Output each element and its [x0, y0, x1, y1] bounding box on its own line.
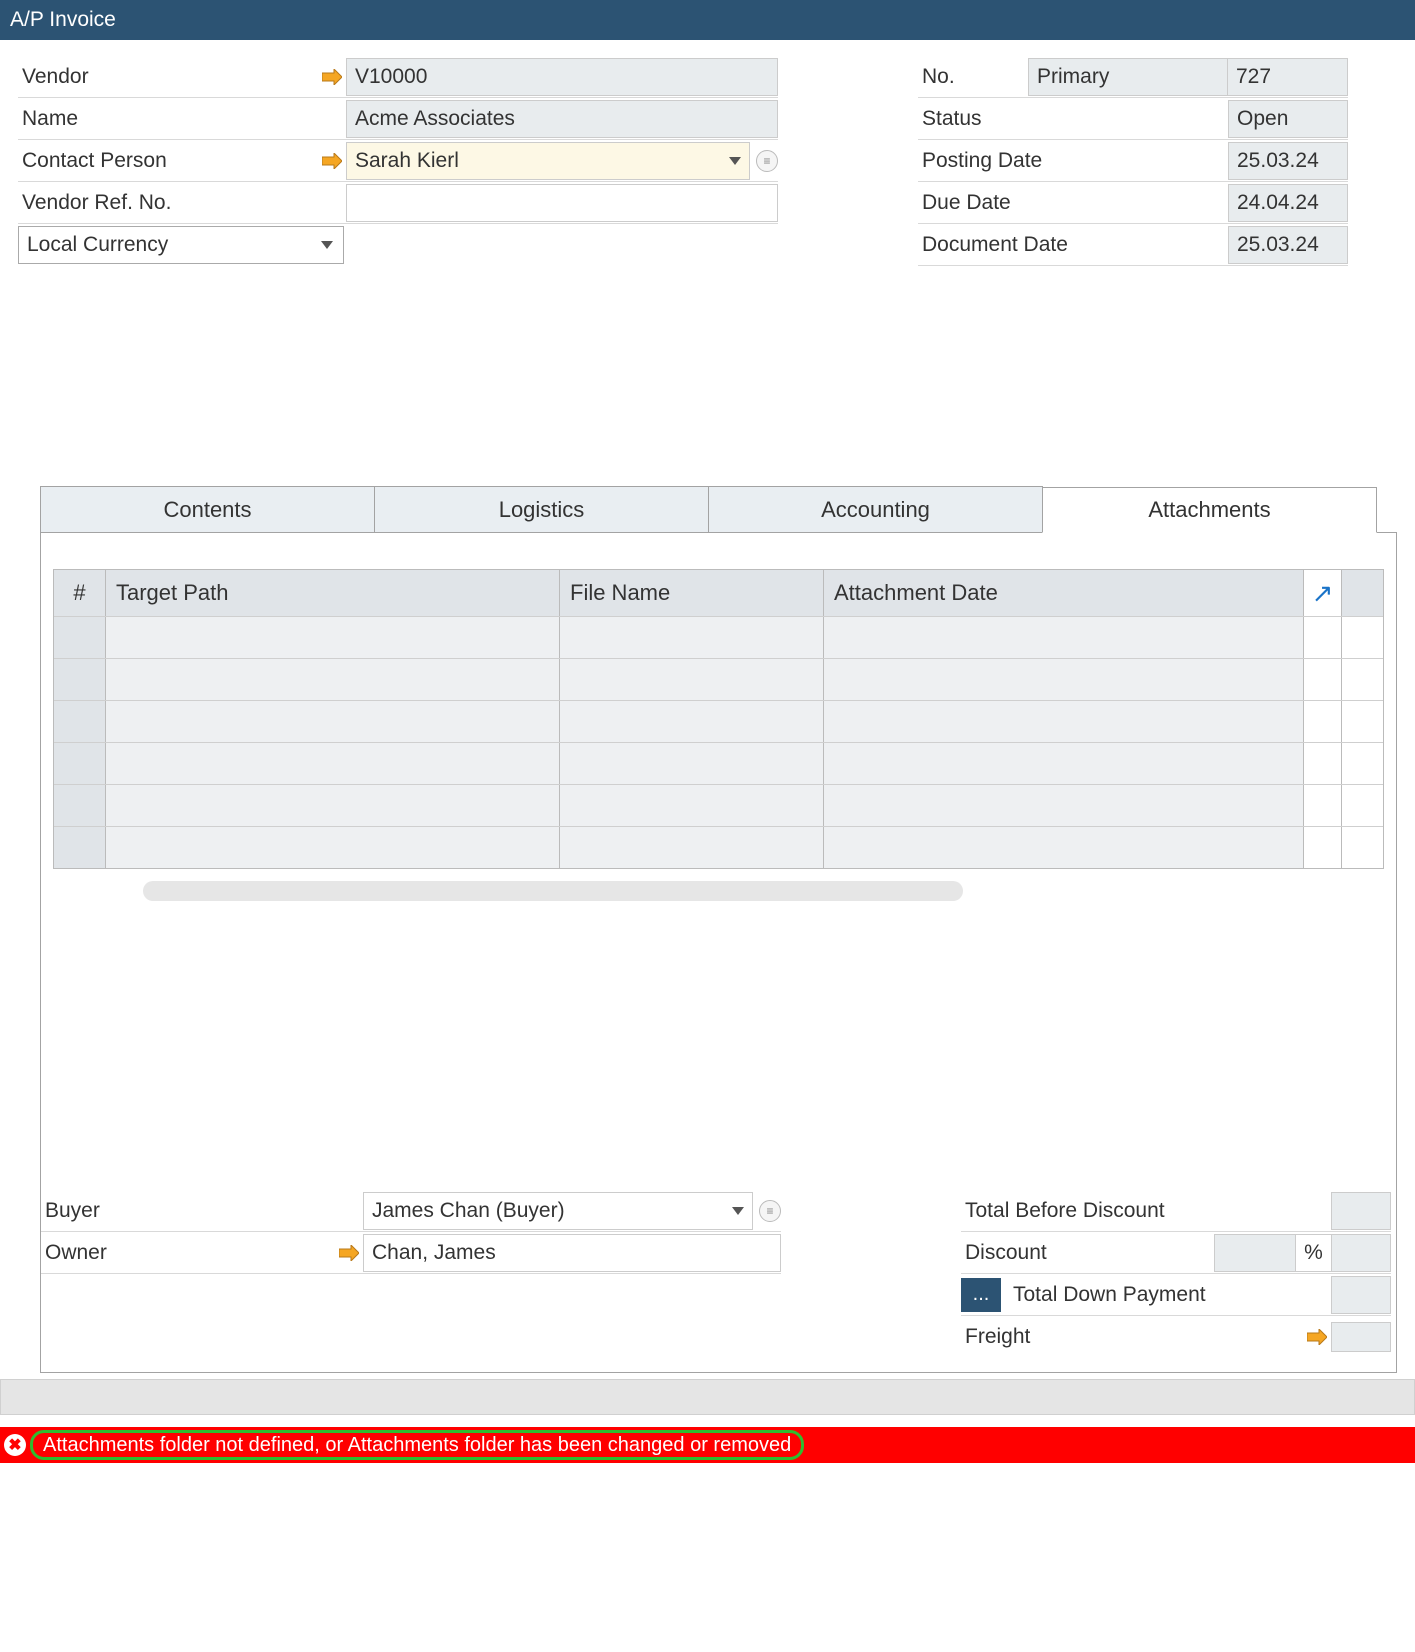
- no-value-field[interactable]: 727: [1228, 58, 1348, 96]
- discount-row: Discount %: [961, 1232, 1391, 1274]
- contact-value: Sarah Kierl: [355, 149, 459, 173]
- header-right-column: No. Primary 727 Status Open Posting Date…: [918, 56, 1348, 266]
- chevron-down-icon[interactable]: [321, 241, 333, 249]
- due-row: Due Date 24.04.24: [918, 182, 1348, 224]
- freight-link-arrow-icon[interactable]: [1303, 1329, 1331, 1345]
- table-row[interactable]: [54, 616, 1383, 658]
- table-row[interactable]: [54, 826, 1383, 868]
- status-row: Status Open: [918, 98, 1348, 140]
- downpayment-label: Total Down Payment: [1009, 1283, 1331, 1307]
- discount-amount-field[interactable]: [1331, 1234, 1391, 1272]
- tabs-container: Contents Logistics Accounting Attachment…: [40, 486, 1397, 1373]
- buyer-row: Buyer James Chan (Buyer) ≡: [41, 1190, 781, 1232]
- horizontal-scrollbar[interactable]: [143, 881, 963, 901]
- status-field[interactable]: Open: [1228, 100, 1348, 138]
- status-bar-gray: [0, 1379, 1415, 1415]
- downpayment-field[interactable]: [1331, 1276, 1391, 1314]
- col-target-path[interactable]: Target Path: [106, 570, 560, 616]
- attachments-table: # Target Path File Name Attachment Date …: [53, 569, 1384, 869]
- vendorref-label: Vendor Ref. No.: [18, 191, 318, 215]
- error-icon: ✖: [4, 1434, 26, 1456]
- downpayment-ellipsis-button[interactable]: ...: [961, 1278, 1001, 1312]
- no-series-field[interactable]: Primary: [1028, 58, 1228, 96]
- popout-icon: ↗: [1312, 578, 1334, 609]
- header-left-column: Vendor V10000 Name Acme Associates Conta…: [18, 56, 778, 266]
- owner-label: Owner: [41, 1241, 335, 1265]
- tab-contents[interactable]: Contents: [40, 486, 375, 532]
- col-number[interactable]: #: [54, 570, 106, 616]
- owner-field[interactable]: Chan, James: [363, 1234, 781, 1272]
- status-bar-error: ✖ Attachments folder not defined, or Att…: [0, 1427, 1415, 1463]
- tab-attachments-panel: # Target Path File Name Attachment Date …: [40, 533, 1397, 1373]
- buyer-label: Buyer: [41, 1199, 363, 1223]
- vendor-link-arrow-icon[interactable]: [318, 69, 346, 85]
- posting-row: Posting Date 25.03.24: [918, 140, 1348, 182]
- posting-field[interactable]: 25.03.24: [1228, 142, 1348, 180]
- no-row: No. Primary 727: [918, 56, 1348, 98]
- name-label: Name: [18, 107, 318, 131]
- col-file-name[interactable]: File Name: [560, 570, 824, 616]
- total-before-label: Total Before Discount: [961, 1199, 1331, 1223]
- total-before-field[interactable]: [1331, 1192, 1391, 1230]
- table-row[interactable]: [54, 700, 1383, 742]
- total-before-row: Total Before Discount: [961, 1190, 1391, 1232]
- tab-strip: Contents Logistics Accounting Attachment…: [40, 486, 1397, 533]
- contact-field[interactable]: Sarah Kierl: [346, 142, 750, 180]
- buyer-value: James Chan (Buyer): [372, 1199, 565, 1223]
- error-message: Attachments folder not defined, or Attac…: [30, 1430, 804, 1460]
- popout-button[interactable]: ↗: [1304, 570, 1342, 616]
- percent-symbol: %: [1296, 1234, 1332, 1272]
- freight-field[interactable]: [1331, 1322, 1391, 1352]
- freight-label: Freight: [961, 1325, 1303, 1349]
- status-label: Status: [918, 107, 1228, 131]
- tab-accounting[interactable]: Accounting: [708, 486, 1043, 532]
- table-row[interactable]: [54, 658, 1383, 700]
- owner-link-arrow-icon[interactable]: [335, 1245, 363, 1261]
- no-label: No.: [918, 65, 1028, 89]
- chevron-down-icon[interactable]: [729, 157, 741, 165]
- contact-row: Contact Person Sarah Kierl ≡: [18, 140, 778, 182]
- table-row[interactable]: [54, 784, 1383, 826]
- name-row: Name Acme Associates: [18, 98, 778, 140]
- buyer-detail-button[interactable]: ≡: [759, 1200, 781, 1222]
- contact-detail-button[interactable]: ≡: [756, 150, 778, 172]
- currency-select[interactable]: Local Currency: [18, 226, 344, 264]
- vendorref-field[interactable]: [346, 184, 778, 222]
- tab-attachments[interactable]: Attachments: [1042, 487, 1377, 533]
- attachments-header-row: # Target Path File Name Attachment Date …: [54, 570, 1383, 616]
- footer-right: Total Before Discount Discount % ... Tot…: [961, 1190, 1391, 1358]
- owner-row: Owner Chan, James: [41, 1232, 781, 1274]
- window-title: A/P Invoice: [10, 8, 116, 32]
- vendor-field[interactable]: V10000: [346, 58, 778, 96]
- vendor-row: Vendor V10000: [18, 56, 778, 98]
- contact-label: Contact Person: [18, 149, 318, 173]
- posting-label: Posting Date: [918, 149, 1228, 173]
- chevron-down-icon[interactable]: [732, 1207, 744, 1215]
- due-field[interactable]: 24.04.24: [1228, 184, 1348, 222]
- downpayment-row: ... Total Down Payment: [961, 1274, 1391, 1316]
- attachments-body: [54, 616, 1383, 868]
- buyer-field[interactable]: James Chan (Buyer): [363, 1192, 753, 1230]
- footer-fields: Buyer James Chan (Buyer) ≡ Owner Chan, J…: [41, 1190, 1396, 1358]
- window-title-bar: A/P Invoice: [0, 0, 1415, 40]
- currency-value: Local Currency: [27, 233, 168, 257]
- header-form: Vendor V10000 Name Acme Associates Conta…: [0, 40, 1415, 266]
- docdate-row: Document Date 25.03.24: [918, 224, 1348, 266]
- discount-pct-field[interactable]: [1214, 1234, 1296, 1272]
- tab-logistics[interactable]: Logistics: [374, 486, 709, 532]
- table-row[interactable]: [54, 742, 1383, 784]
- docdate-field[interactable]: 25.03.24: [1228, 226, 1348, 264]
- name-field[interactable]: Acme Associates: [346, 100, 778, 138]
- discount-label: Discount: [961, 1241, 1214, 1265]
- due-label: Due Date: [918, 191, 1228, 215]
- col-attachment-date[interactable]: Attachment Date: [824, 570, 1304, 616]
- vendor-label: Vendor: [18, 65, 318, 89]
- vendorref-row: Vendor Ref. No.: [18, 182, 778, 224]
- contact-link-arrow-icon[interactable]: [318, 153, 346, 169]
- docdate-label: Document Date: [918, 233, 1228, 257]
- freight-row: Freight: [961, 1316, 1391, 1358]
- currency-row: Local Currency: [18, 226, 778, 264]
- footer-left: Buyer James Chan (Buyer) ≡ Owner Chan, J…: [41, 1190, 781, 1358]
